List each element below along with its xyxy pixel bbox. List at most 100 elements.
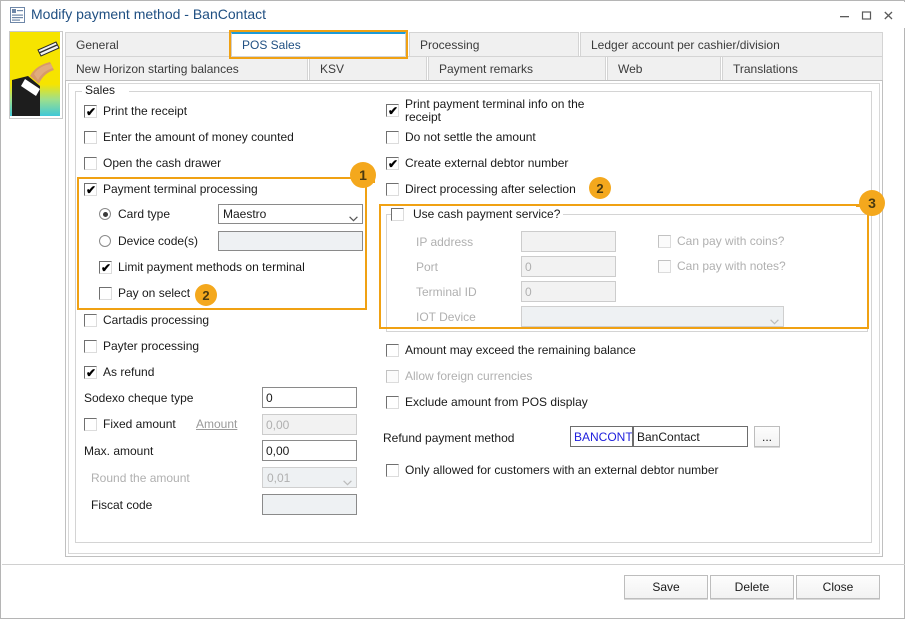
delete-label: Delete xyxy=(734,580,770,594)
terminal-id-value: 0 xyxy=(525,284,532,299)
amount-may-exceed-label: Amount may exceed the remaining balance xyxy=(405,343,636,357)
open-cash-drawer-label: Open the cash drawer xyxy=(103,156,222,170)
payter-processing-checkbox[interactable] xyxy=(84,340,97,353)
enter-amount-counted-label: Enter the amount of money counted xyxy=(103,130,294,144)
card-type-label: Card type xyxy=(118,207,171,221)
do-not-settle-checkbox[interactable] xyxy=(386,131,399,144)
device-codes-radio[interactable] xyxy=(99,235,112,248)
print-receipt-label: Print the receipt xyxy=(103,104,188,118)
title-bar: Modify payment method - BanContact xyxy=(2,2,905,28)
tab-web[interactable]: Web xyxy=(607,56,721,81)
fixed-amount-input: 0,00 xyxy=(262,414,357,435)
sodexo-cheque-type-input[interactable]: 0 xyxy=(262,387,357,408)
pay-on-select-checkbox[interactable] xyxy=(99,287,112,300)
can-pay-notes-label: Can pay with notes? xyxy=(677,259,786,273)
cartadis-processing-label: Cartadis processing xyxy=(103,313,210,327)
direct-processing-checkbox[interactable] xyxy=(386,183,399,196)
create-external-debtor-checkbox[interactable]: ✔ xyxy=(386,157,399,170)
limit-payment-methods-checkbox[interactable]: ✔ xyxy=(99,261,112,274)
device-codes-input[interactable] xyxy=(218,231,363,251)
payment-method-image xyxy=(9,31,63,119)
only-allowed-external-debtor-checkbox[interactable] xyxy=(386,464,399,477)
allow-foreign-currencies-label: Allow foreign currencies xyxy=(405,369,533,383)
round-the-amount-label: Round the amount xyxy=(91,471,190,485)
tab-ledger-account[interactable]: Ledger account per cashier/division xyxy=(580,32,883,57)
refund-payment-method-code-input[interactable]: BANCONTA xyxy=(570,426,633,447)
fixed-amount-checkbox[interactable] xyxy=(84,418,97,431)
print-terminal-info-checkbox[interactable]: ✔ xyxy=(386,104,399,117)
save-label: Save xyxy=(652,580,680,594)
limit-payment-methods-label: Limit payment methods on terminal xyxy=(118,260,305,274)
maximize-icon[interactable] xyxy=(855,5,877,25)
delete-button[interactable]: Delete xyxy=(710,575,794,599)
open-cash-drawer-checkbox[interactable] xyxy=(84,157,97,170)
exclude-amount-pos-checkbox[interactable] xyxy=(386,396,399,409)
tab-ksv[interactable]: KSV xyxy=(309,56,427,81)
annotation-badge-3: 3 xyxy=(859,190,885,216)
refund-payment-method-name-input[interactable]: BanContact xyxy=(633,426,748,447)
annotation-badge-2a: 2 xyxy=(195,284,217,306)
refund-payment-method-browse-button[interactable]: ... xyxy=(754,426,780,447)
tab-translations[interactable]: Translations xyxy=(722,56,883,81)
tab-content-panel: Sales ✔ Print the receipt Enter the amou… xyxy=(65,80,883,557)
port-value: 0 xyxy=(525,259,532,274)
card-type-combo[interactable]: Maestro xyxy=(218,204,363,224)
tab-new-horizon-starting-balances[interactable]: New Horizon starting balances xyxy=(65,56,308,81)
tab-processing[interactable]: Processing xyxy=(409,32,579,57)
payment-terminal-processing-checkbox[interactable]: ✔ xyxy=(84,183,97,196)
print-terminal-info-label: Print payment terminal info on the recei… xyxy=(405,97,585,124)
use-cash-payment-service-checkbox[interactable] xyxy=(391,208,404,221)
allow-foreign-currencies-checkbox xyxy=(386,370,399,383)
annotation-badge-2b: 2 xyxy=(589,177,611,199)
can-pay-coins-checkbox xyxy=(658,235,671,248)
cartadis-processing-checkbox[interactable] xyxy=(84,314,97,327)
tab-payment-remarks[interactable]: Payment remarks xyxy=(428,56,606,81)
round-the-amount-combo: 0,01 xyxy=(262,467,357,488)
print-receipt-checkbox[interactable]: ✔ xyxy=(84,105,97,118)
refund-payment-method-code: BANCONTA xyxy=(574,429,632,444)
iot-device-combo xyxy=(521,306,784,327)
tab-label: Web xyxy=(618,61,643,76)
as-refund-checkbox[interactable]: ✔ xyxy=(84,366,97,379)
can-pay-coins-label: Can pay with coins? xyxy=(677,234,785,248)
as-refund-label: As refund xyxy=(103,365,155,379)
sodexo-cheque-type-value: 0 xyxy=(266,390,273,405)
amount-link[interactable]: Amount xyxy=(196,417,237,431)
amount-may-exceed-checkbox[interactable] xyxy=(386,344,399,357)
pay-on-select-label: Pay on select xyxy=(118,286,191,300)
exclude-amount-pos-label: Exclude amount from POS display xyxy=(405,395,588,409)
tab-label: Processing xyxy=(420,37,480,52)
close-button[interactable]: Close xyxy=(796,575,880,599)
save-button[interactable]: Save xyxy=(624,575,708,599)
fiscat-code-label: Fiscat code xyxy=(91,498,153,512)
terminal-id-input: 0 xyxy=(521,281,616,302)
can-pay-notes-checkbox xyxy=(658,260,671,273)
sodexo-cheque-type-label: Sodexo cheque type xyxy=(84,391,194,405)
payter-processing-label: Payter processing xyxy=(103,339,200,353)
tab-label: Ledger account per cashier/division xyxy=(591,37,780,52)
close-icon[interactable] xyxy=(877,5,899,25)
browse-label: ... xyxy=(761,429,772,444)
port-label: Port xyxy=(416,260,439,274)
use-cash-payment-service-label: Use cash payment service? xyxy=(410,207,564,221)
device-codes-label: Device code(s) xyxy=(118,234,199,248)
tab-label: POS Sales xyxy=(242,38,301,52)
minimize-icon[interactable] xyxy=(833,5,855,25)
tab-pos-sales[interactable]: POS Sales xyxy=(231,32,406,57)
enter-amount-counted-checkbox[interactable] xyxy=(84,131,97,144)
create-external-debtor-label: Create external debtor number xyxy=(405,156,569,170)
max-amount-value: 0,00 xyxy=(266,443,290,458)
refund-payment-method-name: BanContact xyxy=(637,429,700,444)
document-icon xyxy=(10,7,25,23)
card-type-radio[interactable] xyxy=(99,208,112,221)
tab-general[interactable]: General xyxy=(65,32,230,57)
direct-processing-label: Direct processing after selection xyxy=(405,182,576,196)
window-title: Modify payment method - BanContact xyxy=(31,6,267,22)
max-amount-input[interactable]: 0,00 xyxy=(262,440,357,461)
close-label: Close xyxy=(822,580,854,594)
do-not-settle-label: Do not settle the amount xyxy=(405,130,536,144)
chevron-down-icon xyxy=(770,314,779,325)
fiscat-code-input[interactable] xyxy=(262,494,357,515)
payment-terminal-processing-label: Payment terminal processing xyxy=(103,182,258,196)
refund-payment-method-label: Refund payment method xyxy=(383,431,515,445)
